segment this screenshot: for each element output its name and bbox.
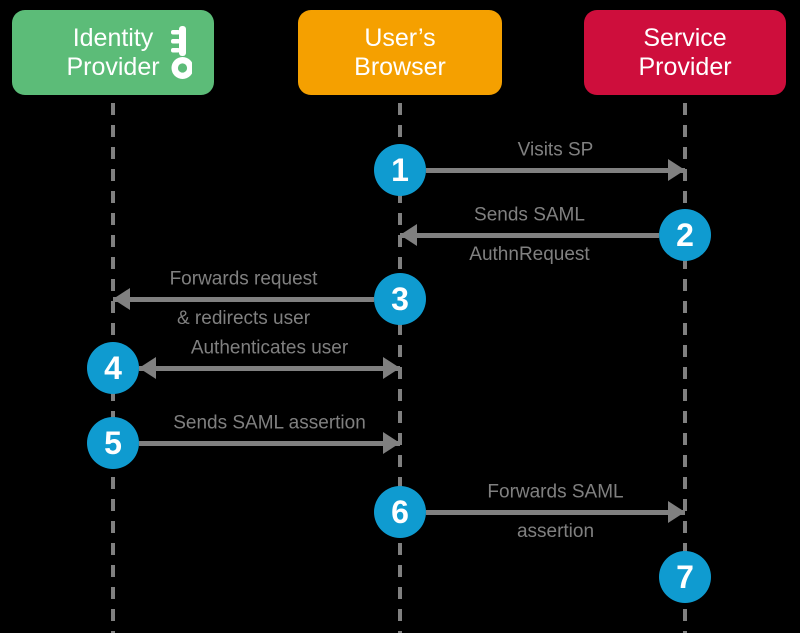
arrowhead-3	[113, 288, 130, 310]
message-label-3-above: Forwards request	[169, 268, 318, 290]
message-label-2-above: Sends SAML	[474, 204, 585, 226]
key-icon	[171, 25, 192, 79]
arrowhead-4	[139, 357, 156, 379]
lane-title-line1: Service	[643, 23, 727, 52]
arrowhead-2	[400, 224, 417, 246]
lane-title-line2: Provider	[66, 52, 160, 81]
message-line-1	[426, 167, 685, 173]
lane-header-users-browser: User’s Browser	[298, 10, 502, 95]
message-label-1-above: Visits SP	[517, 139, 594, 161]
step-circle-5: 5	[87, 417, 139, 469]
message-label-3-below: & redirects user	[176, 308, 311, 329]
lane-title-line2: Browser	[354, 52, 446, 81]
step-circle-1: 1	[374, 144, 426, 196]
message-label-6-above: Forwards SAML	[487, 481, 624, 503]
arrowhead-4	[383, 357, 400, 379]
step-circle-7: 7	[659, 551, 711, 603]
saml-sso-sequence-diagram: Identity Provider User’s Browser Service…	[0, 0, 800, 633]
arrowhead-6	[668, 501, 685, 523]
lane-header-identity-provider: Identity Provider	[12, 10, 214, 95]
message-label-4-above: Authenticates user	[190, 337, 349, 359]
message-line-3	[113, 296, 374, 302]
lane-title-line2: Provider	[638, 52, 732, 81]
message-line-4	[139, 365, 400, 371]
message-line-2	[400, 232, 659, 238]
message-line-6	[426, 509, 685, 515]
lane-header-service-provider: Service Provider	[584, 10, 786, 95]
arrowhead-1	[668, 159, 685, 181]
message-label-6-below: assertion	[516, 521, 595, 542]
step-circle-6: 6	[374, 486, 426, 538]
lane-title-line1: User’s	[364, 23, 436, 52]
arrowhead-5	[383, 432, 400, 454]
step-circle-4: 4	[87, 342, 139, 394]
message-label-5-above: Sends SAML assertion	[173, 412, 366, 434]
message-label-2-below: AuthnRequest	[469, 244, 590, 265]
lane-title-line1: Identity	[72, 23, 154, 52]
message-line-5	[139, 440, 400, 446]
step-circle-3: 3	[374, 273, 426, 325]
step-circle-2: 2	[659, 209, 711, 261]
